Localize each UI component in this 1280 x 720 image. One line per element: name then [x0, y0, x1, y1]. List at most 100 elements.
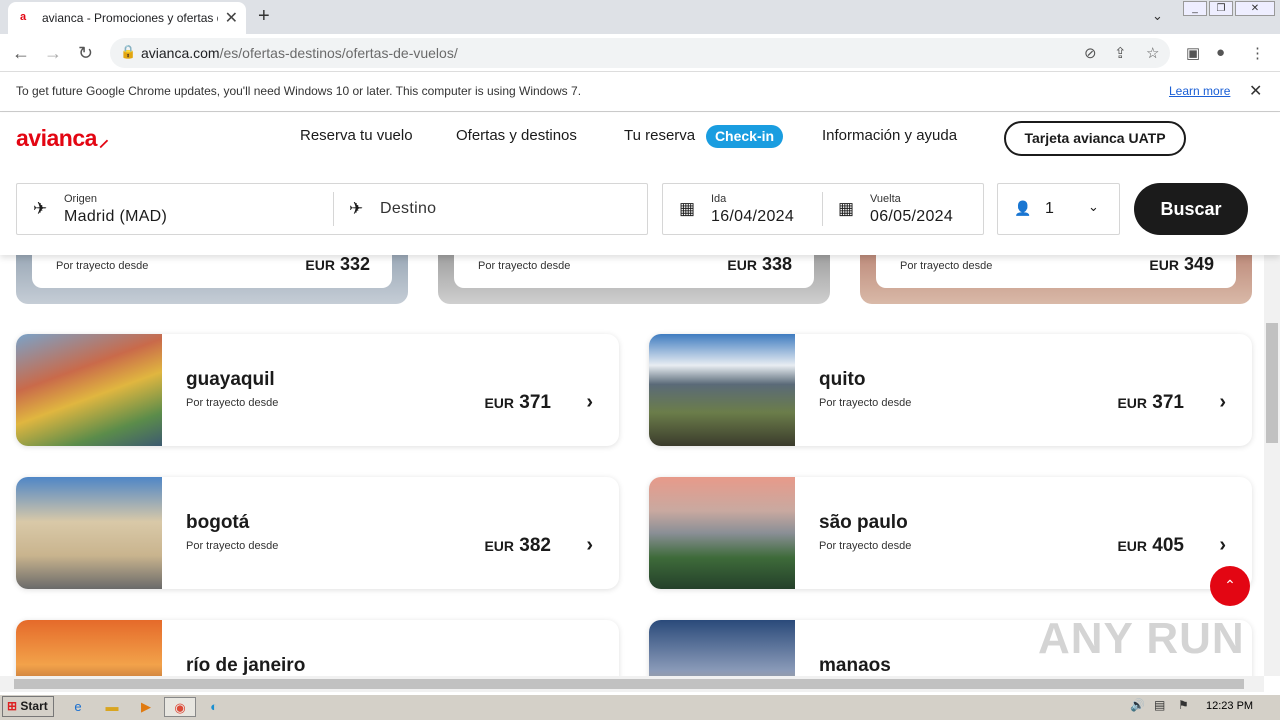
city-name: río de janeiro [186, 655, 306, 676]
city-name: bogotá [186, 512, 250, 533]
price-desc: Por trayecto desde [900, 260, 993, 272]
nav-reserva-vuelo[interactable]: Reserva tu vuelo [300, 127, 413, 144]
profile-icon[interactable]: ● [1216, 44, 1225, 61]
currency: EUR [484, 538, 515, 554]
price-value: 382 [519, 535, 551, 556]
chevron-right-icon: › [1219, 391, 1226, 413]
nav-ofertas-destinos[interactable]: Ofertas y destinos [456, 127, 577, 144]
destination-photo [16, 334, 162, 446]
windows-flag-icon: ⊞ [7, 699, 18, 713]
share-icon[interactable]: ⇪ [1114, 44, 1127, 62]
browser-tab[interactable]: a avianca - Promociones y ofertas de vue… [8, 2, 246, 34]
price: EUR 338 [727, 255, 792, 275]
price-desc: Por trayecto desde [56, 260, 149, 272]
divider [822, 192, 823, 226]
network-icon[interactable]: ▤ [1154, 698, 1165, 712]
price: EUR 405 [1117, 535, 1184, 557]
city-name: são paulo [819, 512, 908, 533]
offer-card[interactable]: Por trayecto desde EUR 332 [16, 255, 408, 304]
currency: EUR [1149, 257, 1179, 273]
blocked-icon[interactable]: ⊘ [1084, 44, 1097, 62]
tab-title: avianca - Promociones y ofertas de vuelo… [42, 11, 218, 25]
learn-more-link[interactable]: Learn more [1169, 84, 1230, 98]
price-value: 405 [1152, 535, 1184, 556]
edge-icon[interactable]: ◐ [200, 697, 228, 717]
lock-icon: 🔒 [120, 44, 137, 59]
depart-date-field[interactable]: 16/04/2024 [711, 208, 794, 226]
price: EUR 371 [1117, 392, 1184, 414]
bookmark-star-icon[interactable]: ☆ [1146, 44, 1159, 62]
passengers-selector[interactable]: 👤 1 ⌄ [997, 183, 1120, 235]
destination-card-bogota[interactable]: bogotá Por trayecto desde EUR 382 › [16, 477, 619, 589]
menu-dots-icon[interactable]: ⋮ [1250, 44, 1265, 62]
destination-card-guayaquil[interactable]: guayaquil Por trayecto desde EUR 371 › [16, 334, 619, 446]
destination-photo [16, 477, 162, 589]
ie-icon[interactable]: e [64, 697, 92, 717]
destination-card-quito[interactable]: quito Por trayecto desde EUR 371 › [649, 334, 1252, 446]
search-button[interactable]: Buscar [1134, 183, 1248, 235]
destination-photo [649, 620, 795, 676]
media-player-icon[interactable]: ▶ [132, 697, 160, 717]
price-value: 332 [339, 255, 370, 274]
city-name: manaos [819, 655, 891, 676]
price: EUR 349 [1149, 255, 1214, 275]
chrome-icon[interactable]: ◉ [164, 697, 196, 717]
calendar-icon: ▦ [838, 199, 855, 218]
infobar-message: To get future Google Chrome updates, you… [16, 84, 582, 98]
origin-label: Origen [64, 193, 98, 205]
currency: EUR [305, 257, 335, 273]
close-infobar-icon[interactable]: ✕ [1249, 81, 1262, 101]
card-body: Por trayecto desde EUR 349 [876, 255, 1236, 288]
card-body: Por trayecto desde EUR 338 [454, 255, 814, 288]
divider [333, 192, 334, 226]
vertical-scrollbar[interactable] [1264, 255, 1280, 676]
address-bar[interactable]: 🔒 avianca.com/es/ofertas-destinos/oferta… [110, 38, 1170, 68]
folder-icon[interactable]: ▬ [98, 697, 126, 717]
landing-icon: ✈ [349, 199, 364, 218]
new-tab-button[interactable]: + [258, 5, 270, 28]
side-panel-icon[interactable]: ▣ [1186, 44, 1200, 62]
close-window-button[interactable]: ✕ [1235, 1, 1275, 16]
return-date-field[interactable]: 06/05/2024 [870, 208, 953, 226]
destination-photo [649, 334, 795, 446]
start-button[interactable]: ⊞ Start [2, 696, 54, 717]
currency: EUR [484, 395, 515, 411]
route-selector: ✈ Origen Madrid (MAD) ✈ Destino [16, 183, 648, 235]
horizontal-scroll-thumb[interactable] [14, 679, 1244, 689]
vertical-scroll-thumb[interactable] [1266, 323, 1278, 443]
destination-card-rio[interactable]: río de janeiro [16, 620, 619, 676]
price-value: 349 [1183, 255, 1214, 274]
checkin-button[interactable]: Check-in [706, 125, 783, 148]
offers-list: Por trayecto desde EUR 332 Por trayecto … [0, 255, 1264, 676]
uatp-card-button[interactable]: Tarjeta avianca UATP [1004, 121, 1186, 156]
offer-card[interactable]: Por trayecto desde EUR 349 [860, 255, 1252, 304]
chevron-right-icon: › [1219, 534, 1226, 556]
destination-field[interactable]: Destino [380, 200, 436, 218]
minimize-button[interactable]: _ [1183, 1, 1207, 16]
anyrun-watermark: ANY RUN [1038, 614, 1245, 663]
url-text: avianca.com/es/ofertas-destinos/ofertas-… [141, 45, 458, 61]
restore-button[interactable]: ❐ [1209, 1, 1233, 16]
flag-icon[interactable]: ⚑ [1178, 698, 1189, 712]
price-desc: Por trayecto desde [478, 260, 571, 272]
scroll-to-top-button[interactable]: ⌃ [1210, 566, 1250, 606]
depart-label: Ida [711, 193, 727, 205]
forward-arrow-icon[interactable]: → [44, 43, 62, 64]
nav-informacion-ayuda[interactable]: Información y ayuda [822, 127, 957, 144]
chevron-right-icon: › [586, 534, 593, 556]
tab-search-chevron-icon[interactable]: ⌄ [1152, 8, 1163, 24]
reload-icon[interactable]: ↻ [78, 43, 93, 64]
avianca-logo[interactable]: avianca ⸝ [16, 125, 109, 152]
city-name: quito [819, 369, 866, 390]
logo-text: avianca [16, 125, 97, 151]
close-tab-icon[interactable]: ✕ [225, 8, 238, 28]
offer-card[interactable]: Por trayecto desde EUR 338 [438, 255, 830, 304]
destination-card-sao-paulo[interactable]: são paulo Por trayecto desde EUR 405 › [649, 477, 1252, 589]
volume-icon[interactable]: 🔊 [1130, 698, 1145, 712]
nav-tu-reserva[interactable]: Tu reserva [624, 127, 695, 144]
currency: EUR [1117, 538, 1148, 554]
back-arrow-icon[interactable]: ← [12, 43, 30, 64]
currency: EUR [1117, 395, 1148, 411]
start-label: Start [20, 699, 48, 713]
origin-field[interactable]: Madrid (MAD) [64, 208, 167, 226]
